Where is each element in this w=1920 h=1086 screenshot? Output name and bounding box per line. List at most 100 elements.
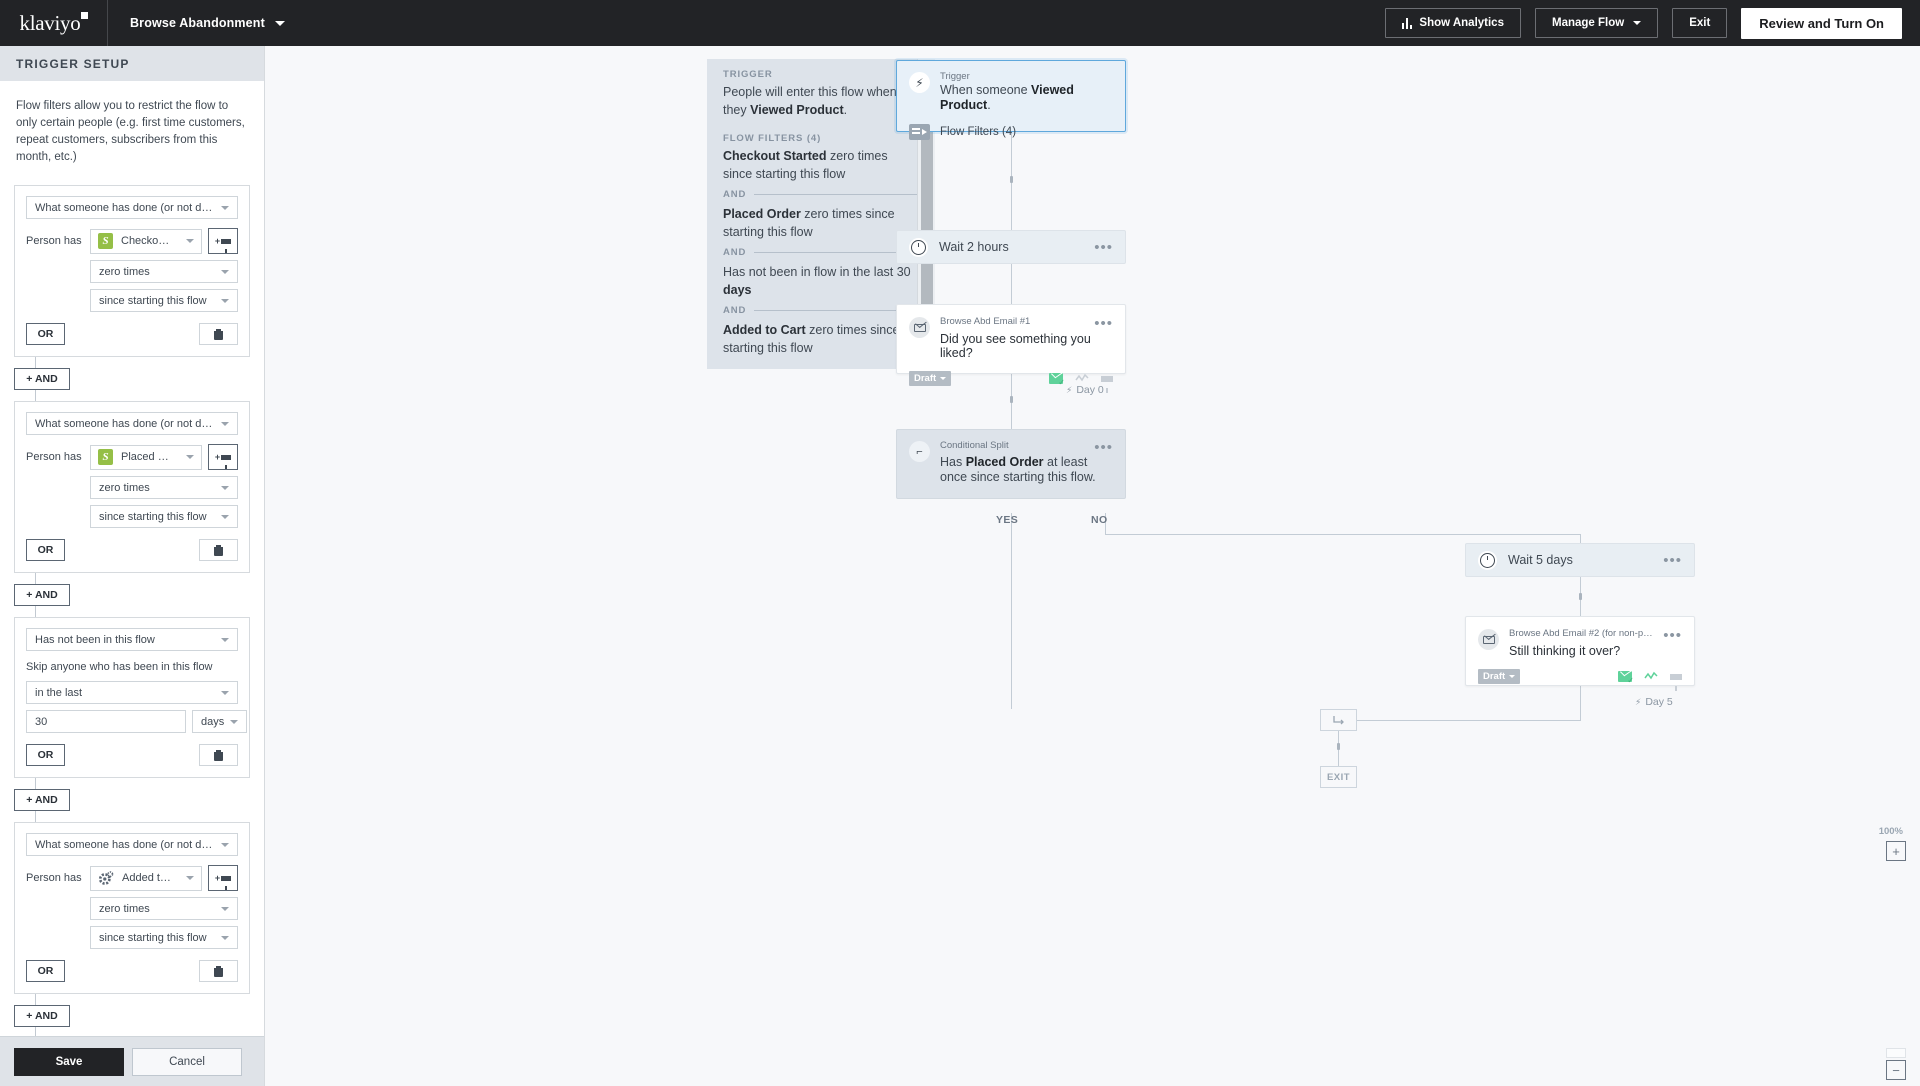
node-trigger[interactable]: ⚡ Trigger When someone Viewed Product. F… <box>896 60 1126 140</box>
filter-footer-4: OR <box>26 960 238 982</box>
panel-description: Flow filters allow you to restrict the f… <box>16 100 245 163</box>
plus-icon: + <box>214 235 221 246</box>
zoom-out-button[interactable]: − <box>1886 1060 1906 1080</box>
times-select-4[interactable]: zero times <box>90 897 238 920</box>
metric-select-2[interactable]: S Placed Order <box>90 444 202 470</box>
delete-filter-button-4[interactable] <box>199 960 238 982</box>
metric-select-4[interactable]: Added to Cart <box>90 865 202 891</box>
add-and-button-4[interactable]: + AND <box>14 1005 70 1027</box>
person-row-2: Person has S Placed Order + <box>26 444 238 470</box>
tooltip-gap <box>723 119 919 133</box>
duration-unit-select-3[interactable]: days <box>192 710 248 733</box>
add-and-button-3[interactable]: + AND <box>14 789 70 811</box>
split-node-text: Conditional Split ••• Has Placed Order a… <box>940 440 1113 485</box>
trash-icon <box>214 749 223 761</box>
filter-type-select-3[interactable]: Has not been in this flow <box>26 628 238 651</box>
flow-name-dropdown[interactable]: Browse Abandonment <box>108 16 285 30</box>
email-filters-icon[interactable] <box>1670 673 1682 691</box>
filter-footer-3: OR <box>26 744 238 766</box>
split-menu-button[interactable]: ••• <box>1094 440 1113 455</box>
exit-node[interactable]: EXIT <box>1320 766 1357 788</box>
person-row-4: Person has Added to Cart <box>26 865 238 891</box>
review-and-turn-on-button[interactable]: Review and Turn On <box>1741 7 1902 39</box>
add-and-button-2[interactable]: + AND <box>14 584 70 606</box>
node-wait-5-days[interactable]: Wait 5 days ••• <box>1465 543 1695 577</box>
chevron-down-icon <box>221 298 229 303</box>
delete-filter-button-3[interactable] <box>199 744 238 766</box>
smart-sending-icon[interactable] <box>1644 671 1658 682</box>
email-content-ready-icon[interactable] <box>1049 373 1065 387</box>
add-and-button-1[interactable]: + AND <box>14 368 70 390</box>
node-email-1[interactable]: Browse Abd Email #1 ••• Did you see some… <box>896 304 1126 393</box>
email-2-head: Browse Abd Email #2 (for non-purchas… ••… <box>1509 628 1682 643</box>
show-analytics-button[interactable]: Show Analytics <box>1384 8 1521 38</box>
or-button-4[interactable]: OR <box>26 960 65 982</box>
flow-name-label: Browse Abandonment <box>130 16 265 30</box>
email-2-status-badge[interactable]: Draft <box>1478 669 1521 684</box>
tooltip-and-3: AND <box>723 305 919 316</box>
split-node-description: Has Placed Order at least once since sta… <box>940 455 1113 485</box>
node-conditional-split[interactable]: ⌐ Conditional Split ••• Has Placed Order… <box>896 429 1126 499</box>
duration-amount-input-3[interactable] <box>26 710 186 733</box>
klaviyo-logo[interactable]: klaviyo <box>0 0 107 46</box>
merge-node[interactable] <box>1320 709 1357 731</box>
timeframe-select-1[interactable]: since starting this flow <box>90 289 238 312</box>
email-2-name: Browse Abd Email #2 (for non-purchas… <box>1509 628 1663 639</box>
filter-type-select-1[interactable]: What someone has done (or not done) <box>26 196 238 219</box>
connector-dot-3 <box>1579 593 1582 600</box>
delete-filter-button-2[interactable] <box>199 539 238 561</box>
or-button-1[interactable]: OR <box>26 323 65 345</box>
split-node-head: Conditional Split ••• <box>940 440 1113 455</box>
filter-block-1: What someone has done (or not done) Pers… <box>14 185 250 357</box>
lightning-bolt-icon: ⚡ <box>909 72 930 93</box>
timeframe-select-4[interactable]: since starting this flow <box>90 926 238 949</box>
wait-2-menu-button[interactable]: ••• <box>1663 553 1682 568</box>
trigger-node-text: Trigger When someone Viewed Product. <box>940 71 1113 113</box>
chevron-down-icon <box>1509 675 1516 678</box>
add-filter-button-4[interactable]: + <box>208 865 238 891</box>
smart-sending-icon[interactable] <box>1075 373 1089 384</box>
times-select-2[interactable]: zero times <box>90 476 238 499</box>
shopify-icon: S <box>98 449 113 465</box>
chevron-down-icon <box>1633 21 1642 25</box>
add-filter-button-2[interactable]: + <box>208 444 238 470</box>
add-filter-button-1[interactable]: + <box>208 228 238 254</box>
cancel-button[interactable]: Cancel <box>132 1047 242 1076</box>
email-2-menu-button[interactable]: ••• <box>1663 628 1682 643</box>
when-select-3[interactable]: in the last <box>26 681 238 704</box>
wait-1-menu-button[interactable]: ••• <box>1094 240 1113 255</box>
chevron-down-icon <box>221 514 229 519</box>
node-wait-2-hours[interactable]: Wait 2 hours ••• <box>896 230 1126 264</box>
conditional-split-icon: ⌐ <box>909 441 930 462</box>
metric-label-1: Checkout Started <box>121 235 172 247</box>
manage-flow-label: Manage Flow <box>1551 17 1625 29</box>
or-button-3[interactable]: OR <box>26 744 65 766</box>
or-button-2[interactable]: OR <box>26 539 65 561</box>
filter-type-select-2[interactable]: What someone has done (or not done) <box>26 412 238 435</box>
email-content-ready-icon[interactable] <box>1618 671 1634 685</box>
manage-flow-button[interactable]: Manage Flow <box>1534 8 1659 38</box>
email-2-text: Browse Abd Email #2 (for non-purchas… ••… <box>1509 628 1682 658</box>
save-button[interactable]: Save <box>14 1047 124 1076</box>
metric-select-1[interactable]: S Checkout Started <box>90 228 202 254</box>
email-filters-icon[interactable] <box>1101 375 1113 393</box>
trigger-flow-filters-row[interactable]: Flow Filters (4) <box>909 124 1113 140</box>
chevron-down-icon <box>221 637 229 642</box>
gear-icon <box>98 870 114 886</box>
timeframe-select-2[interactable]: since starting this flow <box>90 505 238 528</box>
zoom-in-button[interactable]: + <box>1886 841 1906 861</box>
zoom-slider-track[interactable] <box>1886 1048 1906 1058</box>
flow-canvas[interactable]: TRIGGER People will enter this flow when… <box>265 46 1920 1086</box>
filter-type-select-4[interactable]: What someone has done (or not done) <box>26 833 238 856</box>
funnel-icon <box>221 238 232 253</box>
times-select-1[interactable]: zero times <box>90 260 238 283</box>
email-1-status-badge[interactable]: Draft <box>909 371 952 386</box>
node-email-2[interactable]: Browse Abd Email #2 (for non-purchas… ••… <box>1465 616 1695 691</box>
delete-filter-button-1[interactable] <box>199 323 238 345</box>
email-1-icon-group <box>1049 373 1113 393</box>
connector-wait1-email1 <box>1011 264 1012 304</box>
exit-button[interactable]: Exit <box>1672 8 1728 38</box>
chevron-down-icon <box>221 906 229 911</box>
email-1-menu-button[interactable]: ••• <box>1094 316 1113 331</box>
tooltip-filter-2: Placed Order zero times since starting t… <box>723 205 919 241</box>
